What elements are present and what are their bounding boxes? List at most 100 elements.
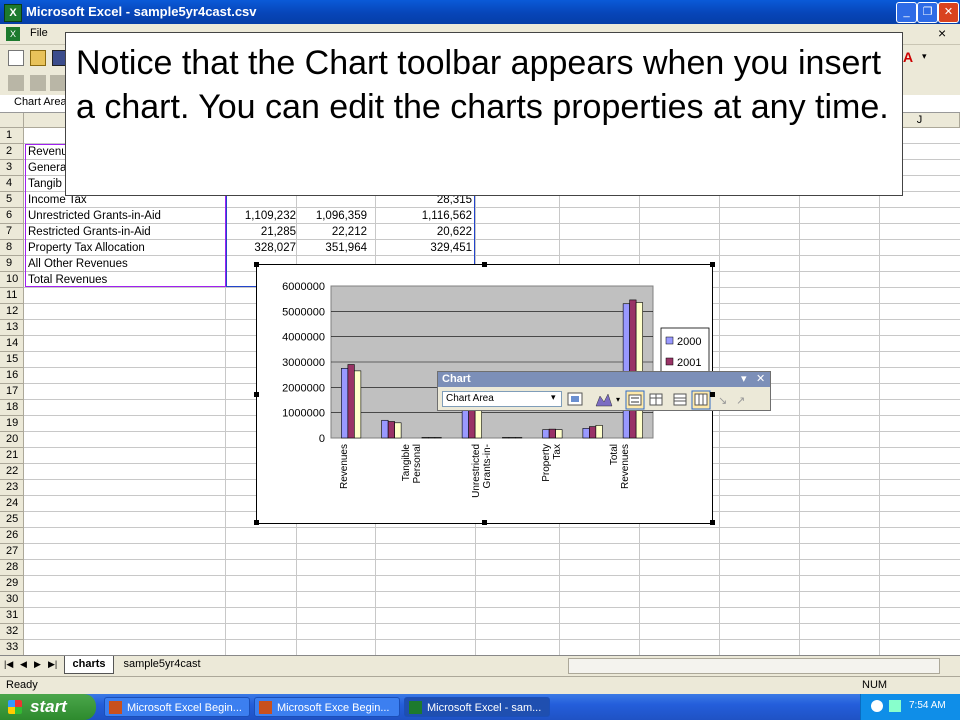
gridline (24, 591, 960, 592)
resize-handle[interactable] (254, 520, 259, 525)
row-header[interactable]: 22 (0, 464, 24, 480)
row-header[interactable]: 7 (0, 224, 24, 240)
powerpoint-icon (109, 701, 122, 714)
tray-icon[interactable] (889, 700, 901, 712)
row-header[interactable]: 9 (0, 256, 24, 272)
row-header[interactable]: 19 (0, 416, 24, 432)
x-category-label: Tax (552, 444, 563, 460)
resize-handle[interactable] (482, 262, 487, 267)
status-text: Ready (6, 679, 38, 691)
select-all-corner[interactable] (0, 113, 24, 128)
row-header[interactable]: 31 (0, 608, 24, 624)
row-header[interactable]: 14 (0, 336, 24, 352)
row-header[interactable]: 16 (0, 368, 24, 384)
by-column-icon[interactable] (691, 390, 711, 410)
close-button[interactable]: ✕ (938, 2, 959, 23)
row-header[interactable]: 29 (0, 576, 24, 592)
row-header[interactable]: 12 (0, 304, 24, 320)
name-box[interactable]: Chart Area (14, 96, 66, 110)
row-header[interactable]: 32 (0, 624, 24, 640)
chart-toolbar-close-button[interactable]: ✕ (756, 372, 765, 385)
row-header[interactable]: 20 (0, 432, 24, 448)
close-document-button[interactable]: × (938, 25, 946, 41)
row-header[interactable]: 17 (0, 384, 24, 400)
resize-handle[interactable] (710, 262, 715, 267)
chevron-down-icon[interactable]: ▾ (922, 51, 927, 62)
gridline (24, 575, 960, 576)
row-header[interactable]: 27 (0, 544, 24, 560)
row-header[interactable]: 6 (0, 208, 24, 224)
resize-handle[interactable] (710, 392, 715, 397)
new-document-icon[interactable] (8, 50, 24, 66)
first-sheet-icon[interactable]: |◀ (4, 659, 13, 670)
row-header[interactable]: 23 (0, 480, 24, 496)
resize-handle[interactable] (254, 262, 259, 267)
row-header[interactable]: 5 (0, 192, 24, 208)
row-header[interactable]: 21 (0, 448, 24, 464)
by-row-icon[interactable] (673, 393, 687, 406)
bar-2001 (589, 426, 597, 439)
row-header[interactable]: 4 (0, 176, 24, 192)
row-header[interactable]: 25 (0, 512, 24, 528)
restore-button[interactable]: ❐ (917, 2, 938, 23)
document-icon[interactable]: X (6, 27, 20, 41)
excel-app-icon[interactable]: X (4, 4, 22, 22)
chart-toolbar-titlebar[interactable]: Chart ▾ ✕ (438, 372, 770, 387)
windows-logo-icon (8, 700, 22, 714)
chart-type-icon[interactable]: ▾ (595, 393, 620, 407)
row-header[interactable]: 11 (0, 288, 24, 304)
horizontal-scrollbar[interactable] (568, 658, 940, 674)
resize-handle[interactable] (482, 520, 487, 525)
row-header[interactable]: 3 (0, 160, 24, 176)
resize-handle[interactable] (254, 392, 259, 397)
y-tick-label: 2000000 (282, 382, 325, 394)
open-folder-icon[interactable] (30, 50, 46, 66)
sheet-tab-sample5yr4cast[interactable]: sample5yr4cast (114, 657, 210, 673)
data-table-icon[interactable] (649, 393, 663, 406)
chart-toolbar[interactable]: Chart ▾ ✕ Chart Area ▾ ▾ ↘ ↗ (437, 371, 771, 411)
taskbar-item-active[interactable]: Microsoft Excel - sam... (404, 697, 550, 717)
taskbar-item[interactable]: Microsoft Exce Begin... (254, 697, 400, 717)
previous-sheet-icon[interactable]: ◀ (20, 659, 27, 670)
minimize-button[interactable]: _ (896, 2, 917, 23)
start-button[interactable]: start (0, 694, 96, 720)
row-header[interactable]: 28 (0, 560, 24, 576)
row-header[interactable]: 15 (0, 352, 24, 368)
row-header[interactable]: 30 (0, 592, 24, 608)
row-header[interactable]: 26 (0, 528, 24, 544)
last-sheet-icon[interactable]: ▶| (48, 659, 57, 670)
row-header[interactable]: 8 (0, 240, 24, 256)
angle-text-downward-icon[interactable]: ↘ (718, 394, 727, 407)
legend-icon[interactable] (625, 390, 645, 410)
gridline (24, 623, 960, 624)
bar-2000 (542, 429, 550, 439)
format-chart-area-icon[interactable] (567, 392, 583, 406)
sheet-tab-bar: |◀ ◀ ▶ ▶| charts sample5yr4cast (0, 655, 960, 676)
bar-2002 (354, 370, 362, 439)
window-title: Microsoft Excel - sample5yr4cast.csv (26, 4, 257, 19)
taskbar-item-label: Microsoft Excel Begin... (127, 702, 242, 714)
font-color-icon[interactable]: A (903, 49, 913, 65)
instruction-callout: Notice that the Chart toolbar appears wh… (65, 32, 903, 196)
chevron-down-icon[interactable]: ▾ (551, 392, 556, 403)
resize-handle[interactable] (710, 520, 715, 525)
x-category-label: Unrestricted (471, 444, 482, 498)
row-header[interactable]: 10 (0, 272, 24, 288)
row-header[interactable]: 24 (0, 496, 24, 512)
excel-icon (409, 701, 422, 714)
bar-2002 (555, 429, 563, 439)
angle-text-upward-icon[interactable]: ↗ (736, 394, 745, 407)
taskbar-item[interactable]: Microsoft Excel Begin... (104, 697, 250, 717)
gridline (799, 128, 800, 655)
row-header[interactable]: 13 (0, 320, 24, 336)
row-header[interactable]: 18 (0, 400, 24, 416)
tray-icon[interactable] (871, 700, 883, 712)
chart-objects-dropdown[interactable]: Chart Area ▾ (442, 391, 562, 407)
sheet-tab-charts[interactable]: charts (64, 656, 114, 674)
row-header[interactable]: 33 (0, 640, 24, 655)
row-header[interactable]: 1 (0, 128, 24, 144)
next-sheet-icon[interactable]: ▶ (34, 659, 41, 670)
menu-file[interactable]: File (30, 27, 48, 39)
row-header[interactable]: 2 (0, 144, 24, 160)
toolbar-options-icon[interactable]: ▾ (741, 372, 747, 385)
